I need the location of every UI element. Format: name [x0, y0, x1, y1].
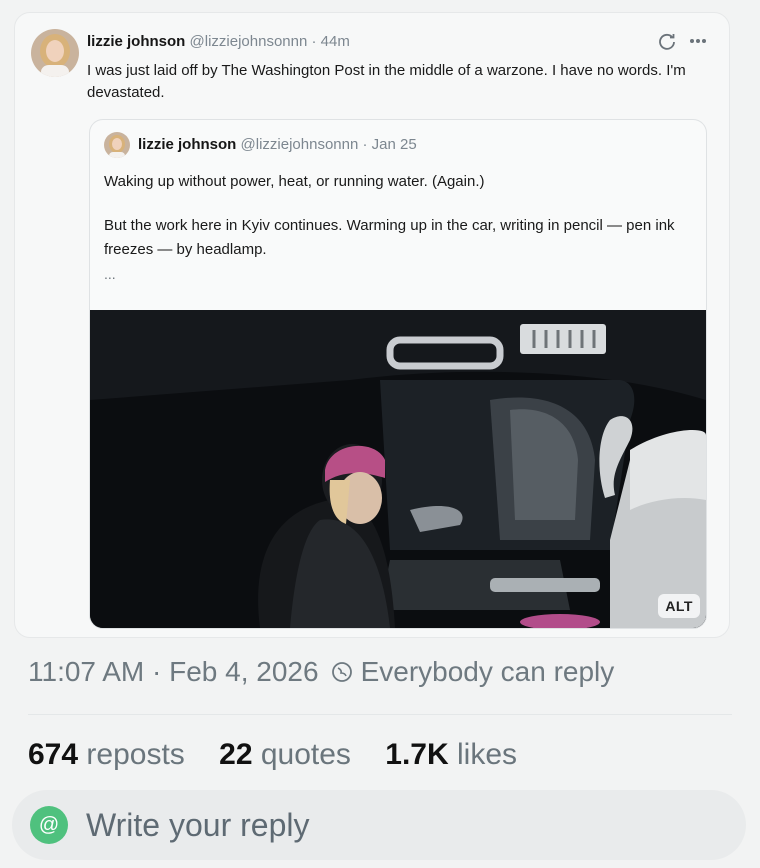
quoted-text: Waking up without power, heat, or runnin…: [104, 170, 694, 286]
quoted-photo[interactable]: ALT: [90, 310, 706, 628]
quoted-ellipsis: ...: [104, 266, 116, 282]
reposts-stat[interactable]: 674 reposts: [28, 738, 185, 771]
quoted-author-avatar: [104, 132, 130, 158]
refresh-icon[interactable]: [657, 31, 677, 51]
likes-stat[interactable]: 1.7K likes: [385, 738, 517, 771]
quoted-line-1: Waking up without power, heat, or runnin…: [104, 173, 485, 190]
post-card[interactable]: lizzie johnson @lizziejohnsonnn · 44m I …: [14, 12, 730, 638]
quoted-author-name: lizzie johnson: [138, 136, 237, 153]
author-avatar[interactable]: [31, 29, 79, 77]
post-text: I was just laid off by The Washington Po…: [87, 62, 686, 101]
reply-avatar-icon: @: [30, 806, 68, 844]
globe-icon: [331, 661, 353, 683]
alt-badge[interactable]: ALT: [658, 594, 700, 618]
post-date[interactable]: Feb 4, 2026: [169, 656, 318, 688]
meta-separator: ·: [152, 656, 162, 687]
post-meta: 11:07 AM · Feb 4, 2026 Everybody can rep…: [28, 656, 614, 688]
divider: [28, 714, 732, 715]
reply-input[interactable]: @ Write your reply: [12, 790, 746, 860]
quoted-date: Jan 25: [371, 136, 417, 153]
engagement-stats: 674 reposts 22 quotes 1.7K likes: [28, 738, 543, 772]
author-handle[interactable]: @lizziejohnsonnn: [190, 33, 308, 50]
quotes-stat[interactable]: 22 quotes: [219, 738, 351, 771]
quoted-header: lizzie johnson @lizziejohnsonnn · Jan 25: [138, 136, 417, 153]
reply-setting[interactable]: Everybody can reply: [361, 656, 615, 688]
post-time[interactable]: 44m: [321, 33, 350, 50]
post-header: lizzie johnson @lizziejohnsonnn · 44m: [87, 33, 350, 50]
more-icon[interactable]: [689, 38, 707, 44]
quoted-author-handle: @lizziejohnsonnn: [240, 136, 359, 153]
quoted-separator: ·: [362, 136, 368, 153]
reply-placeholder[interactable]: Write your reply: [86, 807, 309, 844]
header-separator: ·: [311, 33, 317, 50]
quoted-post[interactable]: lizzie johnson @lizziejohnsonnn · Jan 25…: [89, 119, 707, 629]
author-name[interactable]: lizzie johnson: [87, 33, 185, 50]
post-timestamp[interactable]: 11:07 AM: [28, 656, 144, 688]
quoted-line-2: But the work here in Kyiv continues. War…: [104, 217, 675, 258]
